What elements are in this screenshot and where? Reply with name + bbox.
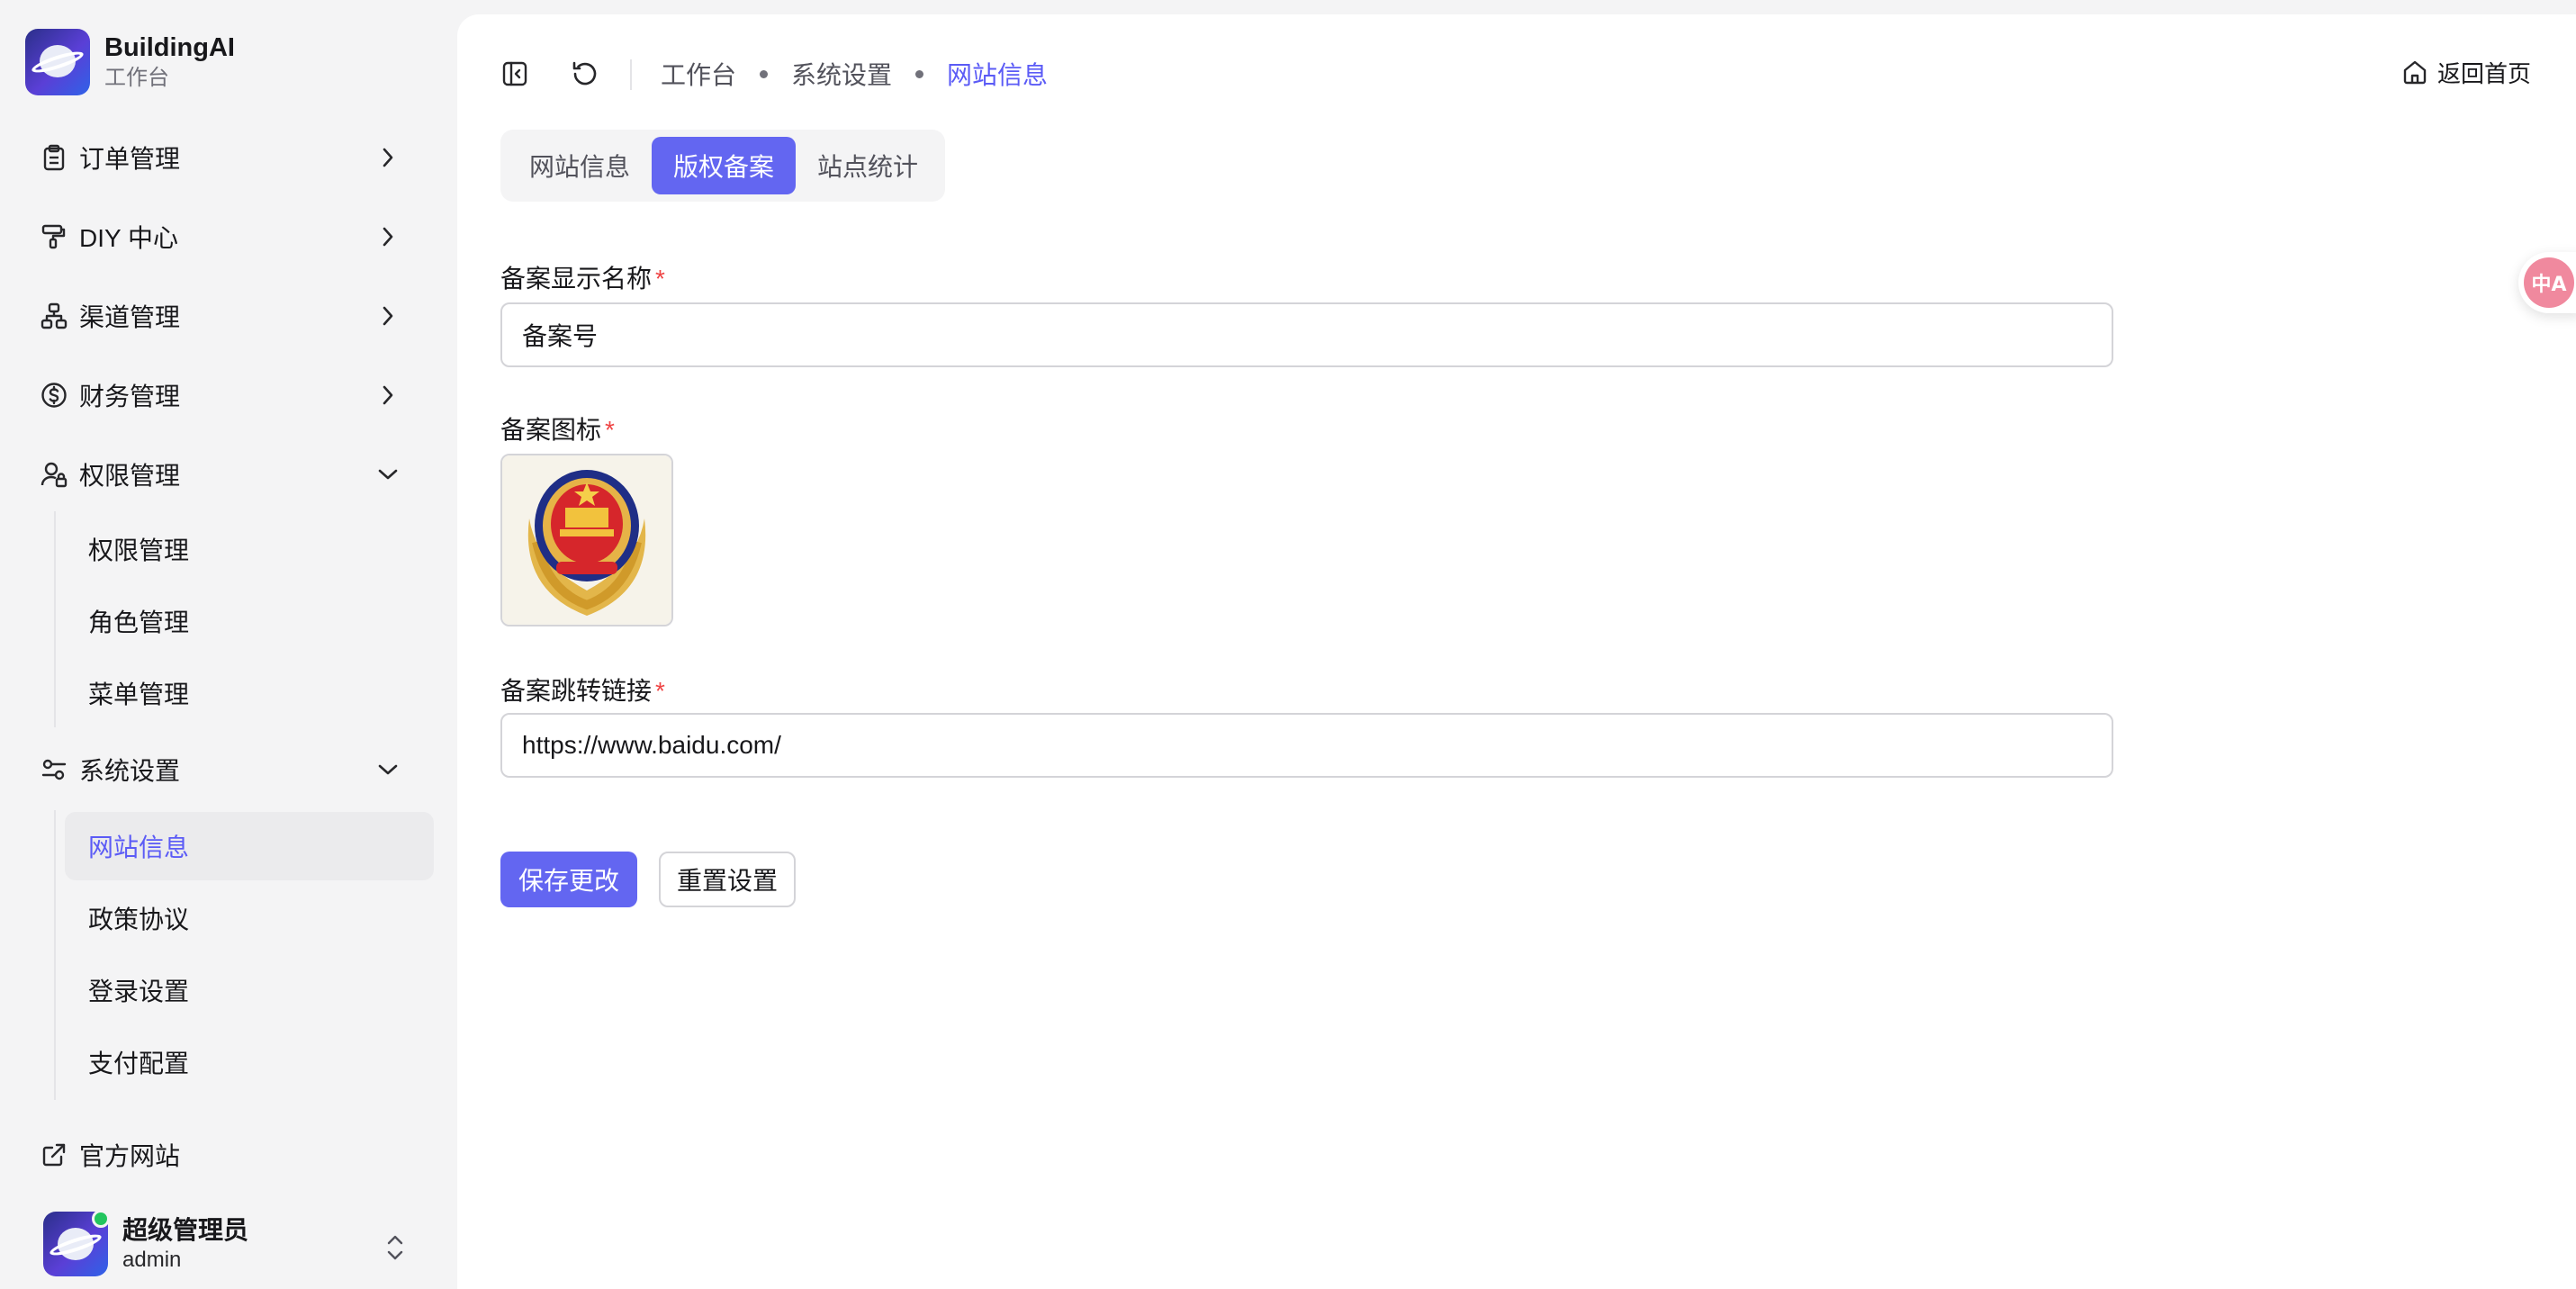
record-icon-label-text: 备案图标 (500, 416, 602, 444)
sidebar-item-label: 财务管理 (79, 383, 181, 410)
record-name-input[interactable] (500, 302, 2113, 367)
settings-sliders-icon (38, 753, 70, 786)
chevron-right-icon (376, 225, 400, 248)
sidebar-subitem-website-info[interactable]: 网站信息 (65, 812, 434, 880)
online-status-dot (92, 1210, 110, 1228)
save-changes-button[interactable]: 保存更改 (500, 852, 637, 907)
system-settings-submenu: 网站信息 政策协议 登录设置 支付配置 (54, 810, 434, 1100)
sidebar-subitem-menus[interactable]: 菜单管理 (65, 659, 434, 727)
external-link-icon (38, 1139, 70, 1171)
network-icon (38, 300, 70, 332)
chevron-right-icon (376, 146, 400, 169)
required-marker: * (655, 677, 665, 705)
translate-icon: 中A (2524, 257, 2574, 308)
sidebar-item-label: 权限管理 (79, 462, 181, 490)
sidebar-item-channels[interactable]: 渠道管理 (25, 284, 430, 347)
breadcrumb-item-current: 网站信息 (947, 61, 1049, 89)
user-name: 超级管理员 (122, 1216, 249, 1244)
sidebar: BuildingAI 工作台 订单管理 DIY 中心 渠道管理 财务管理 权限管… (0, 0, 450, 1289)
app-logo (25, 29, 90, 95)
sidebar-subitem-policies[interactable]: 政策协议 (65, 884, 434, 952)
sidebar-subitem-permissions[interactable]: 权限管理 (65, 515, 434, 583)
sidebar-item-finance[interactable]: 财务管理 (25, 364, 430, 427)
record-name-label: 备案显示名称 * (500, 259, 665, 295)
record-icon-upload[interactable] (500, 454, 673, 626)
record-name-label-text: 备案显示名称 (500, 265, 653, 293)
chevron-down-icon (376, 463, 400, 486)
sidebar-subitem-payment-config[interactable]: 支付配置 (65, 1028, 434, 1096)
breadcrumb: 工作台 系统设置 网站信息 (661, 54, 1048, 94)
sidebar-item-label: DIY 中心 (79, 224, 178, 252)
sidebar-item-permissions[interactable]: 权限管理 (25, 443, 430, 506)
sidebar-item-system-settings[interactable]: 系统设置 (25, 738, 430, 801)
sidebar-item-diy[interactable]: DIY 中心 (25, 205, 430, 268)
record-link-label-text: 备案跳转链接 (500, 677, 653, 705)
sidebar-subitem-roles[interactable]: 角色管理 (65, 587, 434, 655)
paint-roller-icon (38, 221, 70, 253)
app-subtitle: 工作台 (104, 66, 169, 90)
reset-settings-button[interactable]: 重置设置 (659, 852, 796, 907)
chevrons-up-down-icon[interactable] (382, 1231, 409, 1264)
back-to-home-label: 返回首页 (2436, 59, 2531, 87)
breadcrumb-item-system-settings[interactable]: 系统设置 (791, 56, 892, 92)
brand[interactable]: BuildingAI 工作台 (25, 29, 235, 95)
sidebar-item-label: 系统设置 (79, 757, 181, 785)
tab-copyright-record[interactable]: 版权备案 (652, 137, 796, 194)
record-icon-label: 备案图标 * (500, 410, 615, 446)
required-marker: * (605, 416, 615, 444)
chevron-down-icon (376, 758, 400, 781)
sidebar-item-orders[interactable]: 订单管理 (25, 126, 430, 189)
sidebar-item-label: 渠道管理 (79, 303, 181, 331)
sidebar-item-label: 订单管理 (79, 145, 181, 173)
chevron-right-icon (376, 383, 400, 407)
tab-site-statistics[interactable]: 站点统计 (797, 137, 938, 194)
app-name: BuildingAI (104, 33, 235, 62)
dollar-circle-icon (38, 379, 70, 411)
main-panel: 工作台 系统设置 网站信息 返回首页 网站信息 版权备案 站点统计 备案显示名称… (457, 14, 2576, 1289)
breadcrumb-separator (760, 69, 769, 78)
user-lock-icon (38, 458, 70, 491)
translate-widget[interactable]: 中A (2518, 252, 2576, 313)
breadcrumb-item-workbench[interactable]: 工作台 (661, 56, 736, 92)
required-marker: * (655, 265, 665, 293)
permissions-submenu: 权限管理 角色管理 菜单管理 (54, 511, 189, 727)
settings-tabs: 网站信息 版权备案 站点统计 (500, 130, 945, 202)
tab-website-info[interactable]: 网站信息 (509, 137, 650, 194)
record-link-input[interactable] (500, 713, 2113, 778)
refresh-icon[interactable] (567, 56, 603, 92)
record-link-label: 备案跳转链接 * (500, 672, 665, 708)
clipboard-icon (38, 141, 70, 174)
back-to-home-link[interactable]: 返回首页 (2401, 54, 2531, 90)
sidebar-toggle-icon[interactable] (497, 56, 533, 92)
top-toolbar: 工作台 系统设置 网站信息 返回首页 (457, 14, 2576, 113)
user-role: admin (122, 1248, 182, 1272)
official-website-label: 官方网站 (79, 1142, 181, 1170)
toolbar-divider (630, 59, 632, 90)
chevron-right-icon (376, 304, 400, 328)
breadcrumb-separator (915, 69, 924, 78)
official-website-link[interactable]: 官方网站 (25, 1123, 430, 1186)
home-icon (2401, 59, 2428, 86)
police-emblem-icon (502, 455, 671, 625)
sidebar-subitem-login-settings[interactable]: 登录设置 (65, 956, 434, 1024)
